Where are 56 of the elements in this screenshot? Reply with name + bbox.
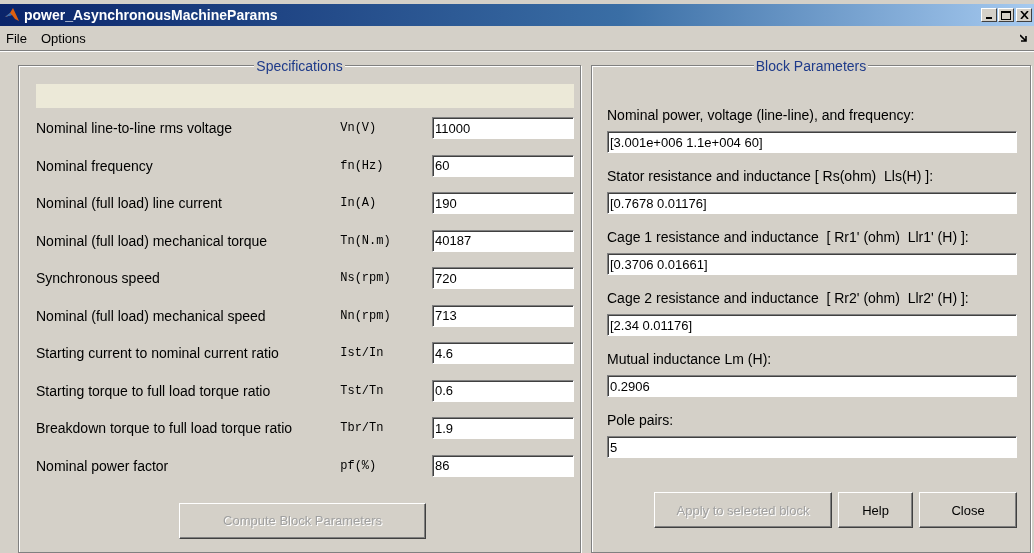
symbol-label: In(A)	[340, 196, 378, 210]
input-field[interactable]: [2.34 0.01176]	[607, 314, 1017, 336]
input-field[interactable]: [3.001e+006 1.1e+004 60]	[607, 131, 1017, 153]
close-icon	[1019, 11, 1029, 19]
symbol-label: pf(%)	[340, 458, 378, 473]
parameter-label: Nominal (full load) mechanical speed	[36, 307, 267, 324]
input-field[interactable]: 4.6	[432, 342, 574, 364]
input-field[interactable]: 86	[432, 454, 574, 477]
symbol-label: Tn(N.m)	[340, 233, 392, 248]
symbol-label: Ns(rpm)	[340, 271, 392, 285]
input-field[interactable]: 720	[432, 267, 574, 289]
parameter-label: Breakdown torque to full load torque ratio	[36, 420, 294, 436]
symbol-label: fn(Hz)	[340, 158, 385, 173]
parameter-label: Nominal (full load) line current	[36, 195, 223, 211]
input-field[interactable]: 1.9	[432, 417, 574, 439]
input-field[interactable]: 0.6	[432, 379, 574, 402]
panel-title: Specifications	[254, 58, 345, 74]
window-title: power_AsynchronousMachineParams	[24, 7, 279, 23]
input-field[interactable]: 5	[607, 436, 1017, 458]
menu-item[interactable]: Options	[40, 30, 86, 46]
input-field[interactable]: 40187	[432, 229, 574, 252]
parameter-label: Starting current to nominal current ratio	[36, 345, 280, 361]
parameter-label: Cage 1 resistance and inductance [ Rr1' (ohm) Llr1' (H) ]:	[607, 228, 970, 247]
symbol-label: Tst/Tn	[340, 383, 385, 398]
parameter-label: Nominal (full load) mechanical torque	[36, 232, 269, 249]
input-field[interactable]: 713	[432, 304, 574, 327]
parameter-label: Cage 2 resistance and inductance [ Rr2' (ohm) Llr2' (H) ]:	[607, 289, 970, 308]
symbol-label: Ist/In	[340, 346, 385, 360]
panel-title: Block Parameters	[753, 58, 869, 74]
symbol-label: Tbr/Tn	[340, 421, 385, 435]
input-field[interactable]: 0.2906	[607, 375, 1017, 397]
parameter-label: Starting torque to full load torque ratio	[36, 382, 272, 399]
parameter-label: Nominal frequency	[36, 157, 154, 174]
logo-icon	[4, 7, 20, 23]
input-field[interactable]: [0.3706 0.01661]	[607, 253, 1017, 275]
parameter-label: Nominal line-to-line rms voltage	[36, 120, 234, 136]
parameter-label: Pole pairs:	[607, 411, 675, 430]
minimize-button[interactable]	[981, 8, 997, 22]
maximize-button[interactable]	[998, 8, 1014, 22]
input-field[interactable]: [0.7678 0.01176]	[607, 192, 1017, 214]
menu-item[interactable]: File	[6, 30, 27, 46]
parameter-label: Synchronous speed	[36, 270, 161, 286]
parameter-label: Nominal power, voltage (line-line), and frequency:	[607, 106, 916, 125]
parameter-label: Stator resistance and inductance [ Rs(ohm) Lls(H) ]:	[607, 167, 935, 186]
input-field[interactable]: 190	[432, 192, 574, 214]
parameter-label: Mutual inductance Lm (H):	[607, 350, 773, 369]
parameter-label: Nominal power factor	[36, 457, 170, 474]
close-button[interactable]	[1016, 8, 1032, 22]
input-field[interactable]: 11000	[432, 117, 574, 139]
symbol-label: Nn(rpm)	[340, 308, 392, 323]
dock-arrow-icon[interactable]	[1020, 34, 1028, 42]
maximize-icon	[1001, 10, 1011, 20]
input-field[interactable]: 60	[432, 154, 574, 177]
symbol-label: Vn(V)	[340, 121, 378, 135]
button[interactable]: Close	[919, 492, 1017, 528]
button[interactable]: Help	[838, 492, 913, 528]
